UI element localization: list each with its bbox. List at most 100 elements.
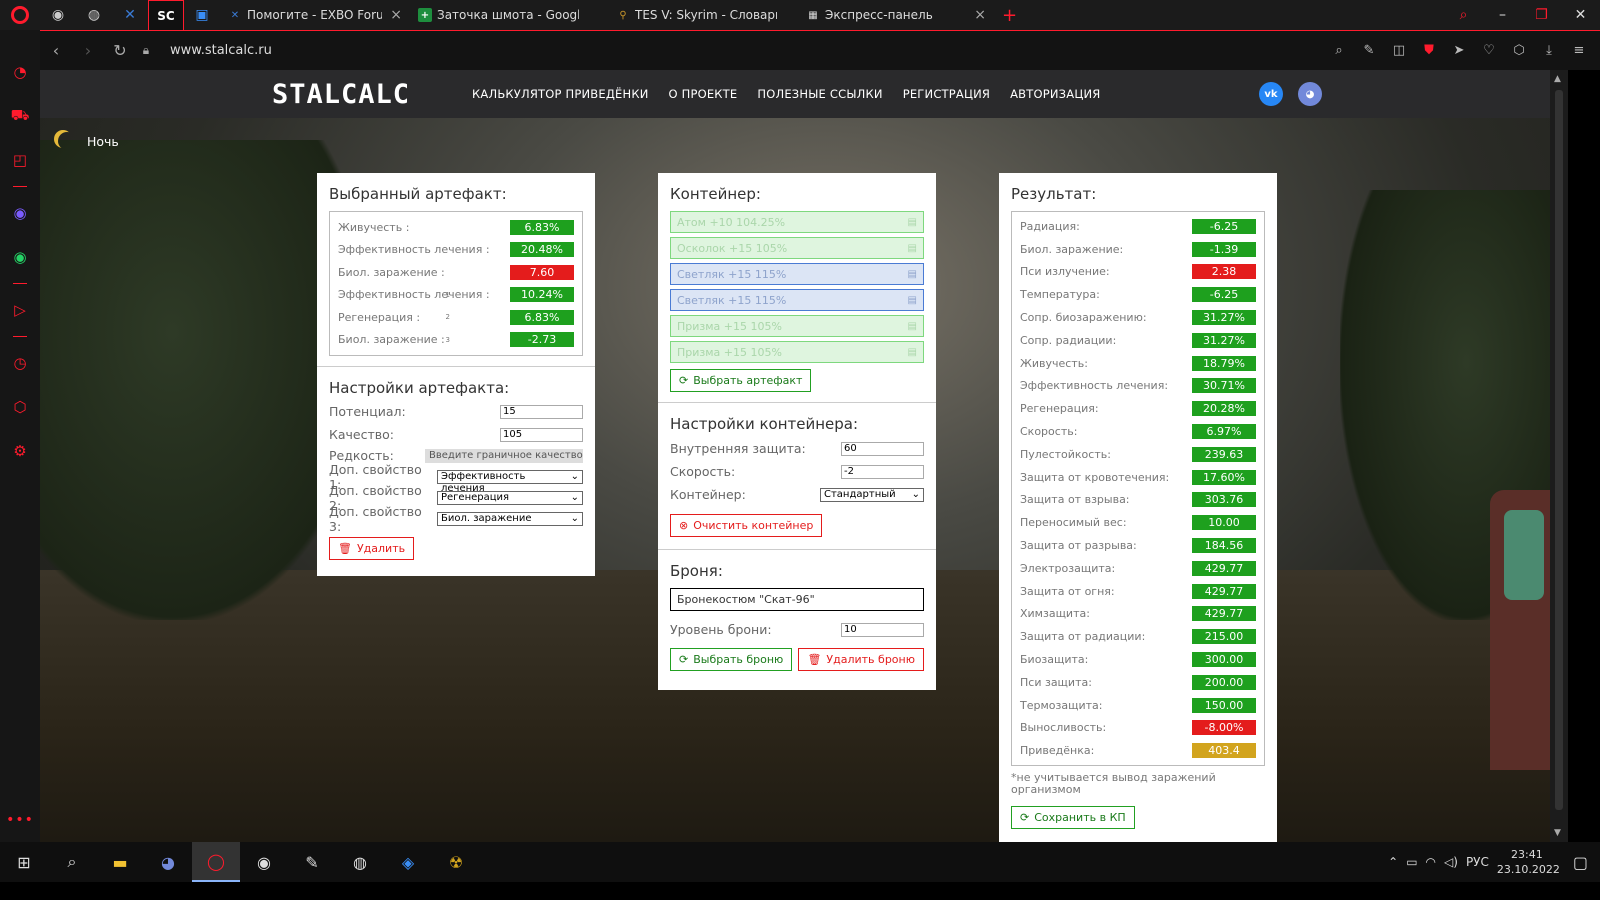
page-scrollbar[interactable]: ▲ ▼ bbox=[1550, 70, 1568, 842]
camera-icon[interactable]: ◫ bbox=[1386, 43, 1412, 58]
armor-level-input[interactable]: 10 bbox=[841, 622, 924, 637]
vk-icon[interactable]: vk bbox=[1259, 82, 1283, 106]
globe-tab-icon[interactable]: ◍ bbox=[76, 0, 112, 30]
settings-icon[interactable]: ⚙ bbox=[0, 429, 40, 473]
stalcalc-tab-icon[interactable]: SC bbox=[148, 0, 184, 30]
vpn-app-icon[interactable]: ◈ bbox=[384, 842, 432, 882]
container-slot[interactable]: Светляк +15 115% ▤ bbox=[670, 289, 924, 311]
extensions-icon[interactable]: ⬡ bbox=[0, 385, 40, 429]
restore-icon[interactable]: ❐ bbox=[1522, 7, 1561, 23]
search-icon[interactable]: ⌕ bbox=[48, 842, 96, 882]
tab-sheets[interactable]: + Заточка шмота - Google Т bbox=[410, 0, 608, 30]
search-tabs-icon[interactable]: ⌕ bbox=[1444, 7, 1483, 23]
exbo-tab-icon[interactable]: ✕ bbox=[112, 0, 148, 30]
nav-login[interactable]: АВТОРИЗАЦИЯ bbox=[1010, 87, 1100, 101]
nav-register[interactable]: РЕГИСТРАЦИЯ bbox=[903, 87, 990, 101]
container-slot[interactable]: Призма +15 105% ▤ bbox=[670, 315, 924, 337]
search-icon[interactable]: ⌕ bbox=[1326, 43, 1352, 58]
night-mode-toggle[interactable]: Ночь bbox=[54, 132, 119, 150]
potential-input[interactable]: 15 bbox=[500, 404, 583, 419]
language-indicator[interactable]: РУС bbox=[1466, 855, 1489, 869]
speed-icon[interactable]: ◔ bbox=[0, 50, 40, 94]
stat-row: Электрозащита: 429.77 bbox=[1020, 557, 1256, 580]
discord-app-icon[interactable]: ◕ bbox=[144, 842, 192, 882]
minimize-icon[interactable]: – bbox=[1483, 7, 1522, 23]
volume-icon[interactable]: ◁) bbox=[1444, 855, 1458, 869]
tab-exbo[interactable]: ✕ Помогите - EXBO Forum × bbox=[220, 0, 410, 30]
skyrim-icon: ⚲ bbox=[619, 9, 627, 21]
opera-menu-icon[interactable] bbox=[0, 0, 40, 30]
result-panel: Результат: Радиация: -6.25 Биол. заражение… bbox=[999, 173, 1277, 842]
new-tab-button[interactable]: + bbox=[994, 0, 1025, 30]
windows-start-icon[interactable]: ⊞ bbox=[0, 842, 48, 882]
edit-icon[interactable]: ✎ bbox=[1356, 43, 1382, 58]
shopping-icon[interactable]: ⛟ bbox=[0, 94, 40, 138]
clear-container-button[interactable]: ⊗ Очистить контейнер bbox=[670, 514, 823, 537]
twitch-icon[interactable]: ◰ bbox=[0, 138, 40, 182]
more-icon[interactable]: ••• bbox=[6, 812, 34, 828]
delete-armor-button[interactable]: 🗑︎ Удалить броню bbox=[798, 648, 924, 671]
download-icon[interactable]: ⤓ bbox=[1536, 43, 1562, 58]
forward-icon[interactable]: › bbox=[72, 41, 104, 60]
close-icon[interactable]: × bbox=[382, 7, 402, 23]
stat-label: Защита от разрыва: bbox=[1020, 539, 1137, 553]
refresh-icon: ⟳ bbox=[679, 653, 689, 666]
wifi-icon[interactable]: ◠ bbox=[1426, 855, 1436, 869]
prop3-select[interactable]: Биол. заражение ⌄ bbox=[437, 511, 583, 526]
adblock-icon[interactable]: ⛊ bbox=[1416, 43, 1442, 58]
tab-speed-dial[interactable]: ▦ Экспресс-панель × bbox=[798, 0, 994, 30]
file-explorer-icon[interactable]: ▬ bbox=[96, 842, 144, 882]
refresh-icon: ⟳ bbox=[1020, 811, 1030, 825]
url-field[interactable]: www.stalcalc.ru bbox=[170, 43, 272, 58]
select-artifact-button[interactable]: ⟳ Выбрать артефакт bbox=[670, 369, 812, 392]
chevron-up-icon[interactable]: ⌃ bbox=[1388, 855, 1398, 869]
tab-skyrim[interactable]: ⚲ TES V: Skyrim - Словарь др bbox=[608, 0, 798, 30]
stat-label: Приведёнка: bbox=[1020, 744, 1095, 758]
close-icon[interactable]: × bbox=[966, 7, 986, 23]
steam-app-icon[interactable]: ◉ bbox=[240, 842, 288, 882]
nav-links[interactable]: ПОЛЕЗНЫЕ ССЫЛКИ bbox=[757, 87, 882, 101]
whatsapp-icon[interactable]: ◉ bbox=[0, 235, 40, 279]
save-kp-button[interactable]: ⟳ Сохранить в КП bbox=[1011, 806, 1135, 830]
armor-name-field[interactable]: Бронекостюм "Скат-96" bbox=[670, 588, 924, 611]
back-icon[interactable]: ‹ bbox=[40, 41, 72, 60]
container-slot[interactable]: Осколок +15 105% ▤ bbox=[670, 237, 924, 259]
quality-input[interactable]: 105 bbox=[500, 427, 583, 442]
gamepad-tab-icon[interactable]: ◉ bbox=[40, 0, 76, 30]
prop2-select[interactable]: Регенерация ⌄ bbox=[437, 490, 583, 505]
speed-input[interactable]: -2 bbox=[841, 464, 924, 479]
opera-app-icon[interactable]: ◯ bbox=[192, 842, 240, 882]
nav-about[interactable]: О ПРОЕКТЕ bbox=[669, 87, 738, 101]
stalcraft-app-icon[interactable]: ☢ bbox=[432, 842, 480, 882]
paint-app-icon[interactable]: ✎ bbox=[288, 842, 336, 882]
prop1-select[interactable]: Эффективность лечения ⌄ bbox=[437, 469, 583, 494]
discord-icon[interactable]: ◕ bbox=[1298, 82, 1322, 106]
stat-row: Живучесть : 6.83% bbox=[338, 216, 574, 239]
delete-artifact-button[interactable]: 🗑︎ Удалить bbox=[329, 537, 415, 560]
stat-label: Сопр. радиации: bbox=[1020, 333, 1117, 347]
nav-calculator[interactable]: КАЛЬКУЛЯТОР ПРИВЕДЁНКИ bbox=[472, 87, 648, 101]
messenger-tab-icon[interactable]: ▣ bbox=[184, 0, 220, 30]
battery-icon[interactable]: ▭ bbox=[1406, 855, 1417, 869]
obs-app-icon[interactable]: ◍ bbox=[336, 842, 384, 882]
menu-icon[interactable]: ≡ bbox=[1566, 43, 1592, 58]
heart-icon[interactable]: ♡ bbox=[1476, 43, 1502, 58]
send-icon[interactable]: ➤ bbox=[1446, 43, 1472, 58]
close-window-icon[interactable]: ✕ bbox=[1561, 7, 1600, 23]
container-slot[interactable]: Светляк +15 115% ▤ bbox=[670, 263, 924, 285]
armor-title: Броня: bbox=[670, 562, 723, 580]
container-slot[interactable]: Атом +10 104.25% ▤ bbox=[670, 211, 924, 233]
inner-protection-input[interactable]: 60 bbox=[841, 441, 924, 456]
site-logo[interactable]: STALCALC bbox=[272, 79, 410, 110]
notifications-icon[interactable]: ▢ bbox=[1573, 853, 1588, 872]
container-slot[interactable]: Призма +15 105% ▤ bbox=[670, 341, 924, 363]
clock[interactable]: 23:41 23.10.2022 bbox=[1497, 847, 1560, 877]
select-armor-button[interactable]: ⟳ Выбрать броню bbox=[670, 648, 793, 671]
player-icon[interactable]: ▷ bbox=[0, 288, 40, 332]
cube-icon[interactable]: ⬡ bbox=[1506, 43, 1532, 58]
container-select[interactable]: Стандартный ⌄ bbox=[820, 487, 924, 502]
messenger-icon[interactable]: ◉ bbox=[0, 191, 40, 235]
history-icon[interactable]: ◷ bbox=[0, 341, 40, 385]
slot-label: Светляк +15 115% bbox=[677, 293, 787, 307]
reload-icon[interactable]: ↻ bbox=[104, 41, 136, 60]
